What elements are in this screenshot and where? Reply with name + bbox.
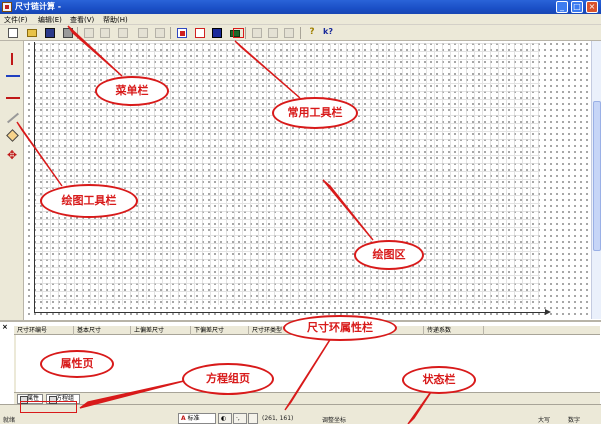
- label-draw-area: 绘图区: [354, 240, 424, 270]
- column-header[interactable]: 下偏差尺寸: [191, 326, 249, 335]
- horizontal-line-icon[interactable]: [6, 97, 20, 99]
- keyboard-icon[interactable]: [248, 413, 258, 424]
- close-button[interactable]: ×: [586, 1, 598, 13]
- column-header[interactable]: 基本尺寸: [74, 326, 131, 335]
- label-toolbar: 常用工具栏: [272, 97, 358, 129]
- about-icon[interactable]: ?: [307, 27, 317, 37]
- label-menubar: 菜单栏: [95, 76, 169, 106]
- toolbar-highlight-frame: [233, 28, 244, 38]
- panel-tab-strip: 属性 方程组: [14, 392, 600, 404]
- tabs-highlight-frame: [20, 401, 77, 413]
- cut-icon[interactable]: [84, 28, 94, 38]
- column-header[interactable]: 传递系数: [424, 326, 484, 335]
- app-icon: [2, 2, 12, 12]
- open-folder-icon[interactable]: [27, 29, 37, 37]
- redo-icon[interactable]: [155, 28, 165, 38]
- label-prop-bar: 尺寸环属性栏: [283, 315, 397, 341]
- scrollbar-thumb[interactable]: [593, 101, 601, 251]
- toolbar-separator: [300, 27, 301, 39]
- label-prop-page: 属性页: [40, 350, 114, 378]
- vertical-scrollbar[interactable]: [591, 41, 601, 319]
- diagonal-line-icon[interactable]: [6, 112, 20, 124]
- mode-marker-icon: A: [181, 415, 186, 422]
- menu-help[interactable]: 帮助(H): [103, 15, 128, 25]
- y-axis: [34, 42, 35, 312]
- panel-close-icon[interactable]: ×: [2, 323, 8, 331]
- horizontal-dimension-icon[interactable]: [6, 75, 20, 77]
- move-icon[interactable]: ✥: [6, 149, 18, 161]
- status-caps: 大写: [538, 417, 551, 424]
- new-file-icon[interactable]: [8, 28, 18, 38]
- integral-icon[interactable]: [284, 28, 294, 38]
- toolbar-separator: [170, 27, 171, 39]
- copy-icon[interactable]: [100, 28, 110, 38]
- title-bar: 尺寸链计算 - _ □ ×: [0, 0, 601, 14]
- mode-label: 标准: [187, 415, 200, 422]
- chart-icon[interactable]: [177, 28, 187, 38]
- half-circle-icon[interactable]: ◐: [218, 413, 232, 424]
- function-icon[interactable]: [252, 28, 262, 38]
- status-bar: 就绪 A 标准 ◐ ·, (261, 161) 调整坐标 大写 数字: [0, 404, 601, 424]
- status-coords: (261, 161): [262, 415, 294, 422]
- undo-icon[interactable]: [138, 28, 148, 38]
- label-status-bar: 状态栏: [402, 366, 476, 394]
- menu-edit[interactable]: 编辑(E): [38, 15, 62, 25]
- menu-bar: 文件(F) 编辑(E) 查看(V) 帮助(H): [0, 14, 601, 25]
- row-header-strip: [14, 335, 16, 393]
- eraser-icon[interactable]: [6, 129, 19, 142]
- punctuation-icon[interactable]: ·,: [233, 413, 247, 424]
- save-icon[interactable]: [45, 28, 55, 38]
- status-info: 调整坐标: [322, 417, 347, 424]
- context-help-icon[interactable]: k?: [323, 27, 333, 37]
- status-num: 数字: [568, 417, 581, 424]
- grid-icon[interactable]: [195, 28, 205, 38]
- mode-indicator[interactable]: A 标准: [178, 413, 216, 424]
- shape-icon[interactable]: [212, 28, 222, 38]
- label-equation-page: 方程组页: [182, 363, 274, 395]
- standard-toolbar: ? k?: [0, 25, 601, 41]
- vertical-line-icon[interactable]: [11, 53, 13, 65]
- print-icon[interactable]: [63, 28, 73, 38]
- label-draw-toolbar: 绘图工具栏: [40, 184, 138, 218]
- toolbar-separator: [77, 27, 78, 39]
- column-header[interactable]: 尺寸环编号: [14, 326, 74, 335]
- column-header[interactable]: 上偏差尺寸: [131, 326, 191, 335]
- status-ready: 就绪: [3, 417, 16, 424]
- menu-file[interactable]: 文件(F): [4, 15, 28, 25]
- paste-icon[interactable]: [118, 28, 128, 38]
- minimize-button[interactable]: _: [556, 1, 568, 13]
- toolbar-separator: [245, 27, 246, 39]
- menu-view[interactable]: 查看(V): [70, 15, 94, 25]
- sqrt-icon[interactable]: [268, 28, 278, 38]
- drawing-toolbar: ✥: [0, 41, 24, 321]
- x-axis: [34, 309, 551, 315]
- maximize-button[interactable]: □: [571, 1, 583, 13]
- window-title: 尺寸链计算 -: [15, 2, 62, 11]
